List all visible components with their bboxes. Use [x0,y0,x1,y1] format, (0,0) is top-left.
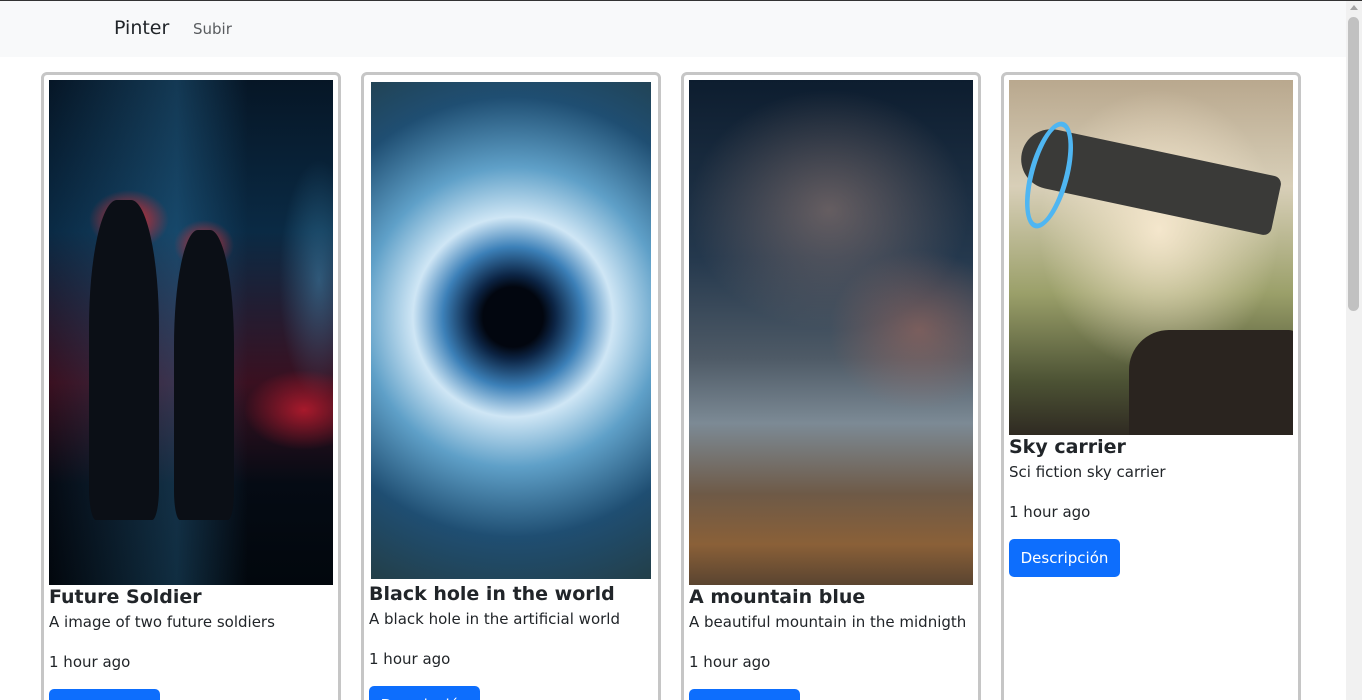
description-button[interactable]: Descripción [1009,539,1120,577]
future-soldier-image [49,80,333,585]
card-title: Future Soldier [49,586,202,608]
description-button[interactable]: Descripción [369,686,480,700]
description-button[interactable]: Descripción [49,689,160,700]
card-description: A beautiful mountain in the midnigth [689,613,967,631]
card-sky-carrier: Sky carrier Sci fiction sky carrier 1 ho… [1001,72,1301,700]
card-title: Sky carrier [1009,436,1126,458]
scroll-thumb[interactable] [1348,17,1359,311]
card-future-soldier: Future Soldier A image of two future sol… [41,72,341,700]
sky-carrier-image [1009,80,1293,435]
card-title: Black hole in the world [369,583,615,605]
card-timestamp: 1 hour ago [1009,503,1091,521]
card-timestamp: 1 hour ago [689,653,771,671]
navbar-brand[interactable]: Pinter [114,17,169,39]
scroll-up-arrow-icon[interactable] [1350,5,1358,10]
card-timestamp: 1 hour ago [369,650,451,668]
soldier-figure-2 [174,230,234,520]
mountain-blue-image [689,80,973,585]
card-timestamp: 1 hour ago [49,653,131,671]
card-description: Sci fiction sky carrier [1009,463,1166,481]
nav-link-subir[interactable]: Subir [193,20,232,38]
card-black-hole: Black hole in the world A black hole in … [361,72,661,700]
card-description: A black hole in the artificial world [369,610,620,628]
card-title: A mountain blue [689,586,866,608]
description-button[interactable]: Descripción [689,689,800,700]
black-hole-image [371,82,651,579]
cliff-shape [1129,330,1293,435]
navbar: Pinter Subir [0,1,1346,57]
card-mountain-blue: A mountain blue A beautiful mountain in … [681,72,981,700]
card-description: A image of two future soldiers [49,613,275,631]
page-scrollbar[interactable] [1346,1,1362,700]
soldier-figure-1 [89,200,159,520]
